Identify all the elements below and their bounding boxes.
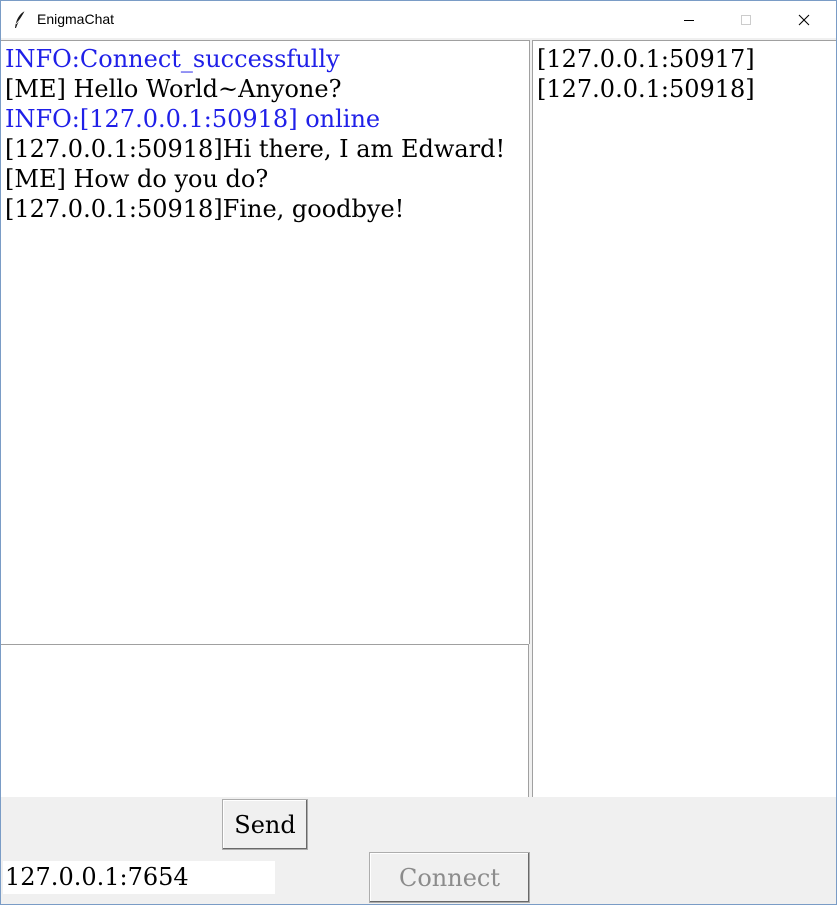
- online-user-item[interactable]: [127.0.0.1:50917]: [533, 44, 836, 74]
- chat-message-line: [ME] Hello World~Anyone?: [5, 75, 342, 103]
- feather-icon: [13, 10, 27, 30]
- close-button[interactable]: [781, 1, 827, 38]
- chat-message-line: [127.0.0.1:50918]Fine, goodbye!: [5, 195, 405, 223]
- online-user-item[interactable]: [127.0.0.1:50918]: [533, 74, 836, 104]
- connect-button[interactable]: Connect: [369, 852, 530, 903]
- chat-log[interactable]: INFO:Connect_successfully [ME] Hello Worl…: [1, 40, 530, 644]
- window-title: EnigmaChat: [37, 11, 115, 27]
- maximize-button[interactable]: [723, 1, 769, 38]
- close-icon: [798, 14, 810, 25]
- online-items: [127.0.0.1:50917] [127.0.0.1:50918]: [533, 41, 836, 104]
- online-users-list[interactable]: [127.0.0.1:50917] [127.0.0.1:50918]: [532, 40, 836, 797]
- title-bar[interactable]: EnigmaChat: [1, 1, 836, 38]
- message-input[interactable]: [1, 644, 529, 797]
- send-button[interactable]: Send: [222, 799, 308, 850]
- minimize-icon: [684, 19, 694, 21]
- minimize-button[interactable]: [666, 1, 712, 38]
- chat-message-line: [ME] How do you do?: [5, 165, 269, 193]
- chat-info-line: INFO:[127.0.0.1:50918] online: [5, 105, 381, 133]
- chat-message-line: [127.0.0.1:50918]Hi there, I am Edward!: [5, 135, 506, 163]
- address-input[interactable]: 127.0.0.1:7654: [3, 861, 275, 894]
- chat-info-line: INFO:Connect_successfully: [5, 45, 340, 73]
- maximize-icon: [741, 14, 751, 25]
- chat-lines: INFO:Connect_successfully [ME] Hello Worl…: [1, 41, 529, 224]
